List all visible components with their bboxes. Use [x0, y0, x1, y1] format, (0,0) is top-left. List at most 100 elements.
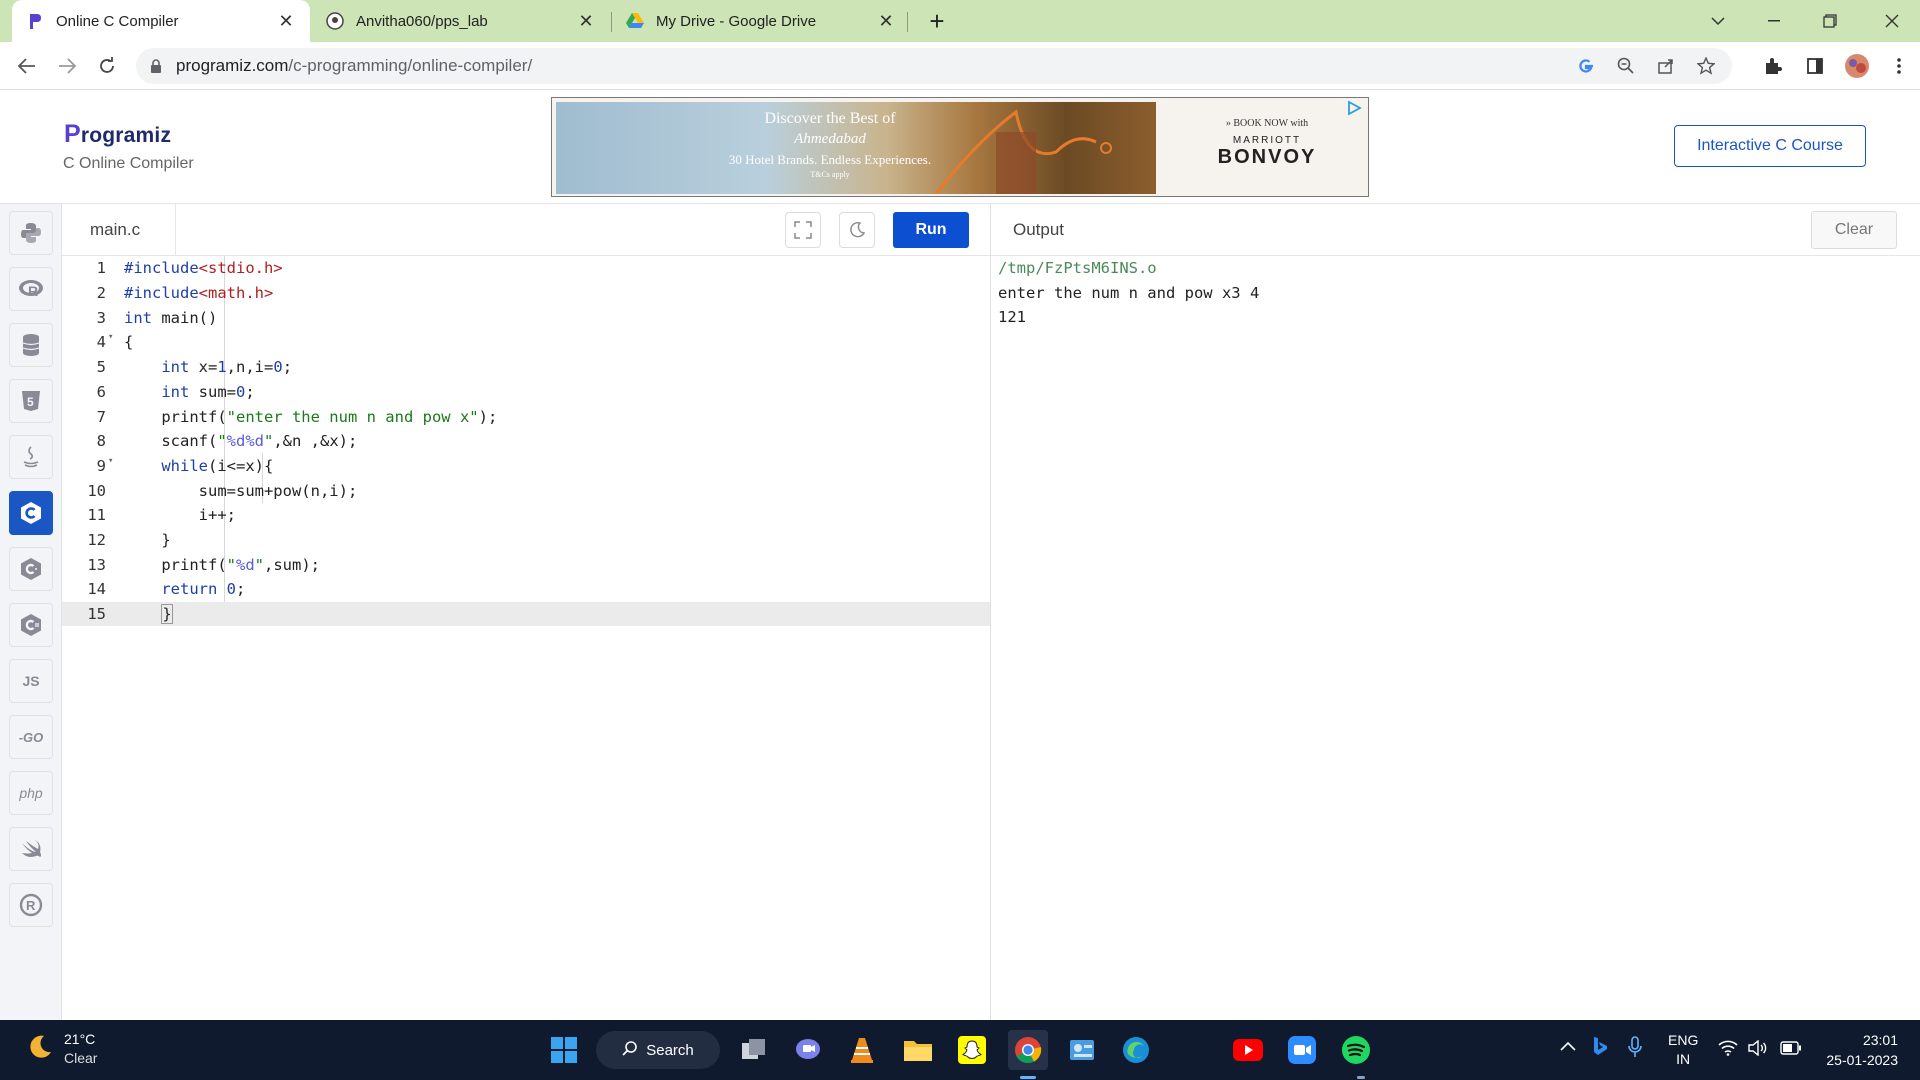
language-indicator[interactable]: ENG IN [1668, 1031, 1698, 1069]
ad-brand-main: BONVOY [1217, 146, 1317, 168]
weather-widget[interactable]: 21°C Clear [26, 1030, 97, 1068]
csharp-icon[interactable] [9, 603, 53, 647]
google-icon[interactable] [1574, 54, 1598, 78]
close-window-button[interactable] [1864, 0, 1920, 42]
chrome-icon[interactable] [1008, 1030, 1048, 1070]
back-arrow-icon[interactable] [12, 51, 42, 81]
file-explorer-icon[interactable] [900, 1032, 936, 1068]
editor-header: main.c Run [62, 204, 990, 256]
youtube-icon[interactable] [1230, 1032, 1266, 1068]
address-bar[interactable]: programiz.com/c-programming/online-compi… [136, 48, 1732, 84]
rust-icon[interactable]: R [9, 883, 53, 927]
svg-text:R: R [26, 898, 36, 913]
ad-brand-top: MARRIOTT [1232, 135, 1302, 146]
tab-google-drive[interactable]: My Drive - Google Drive ✕ [612, 0, 910, 42]
tab-separator [907, 12, 908, 32]
fold-chevron-icon[interactable]: ▾ [108, 332, 113, 342]
ad-tagline: 30 Hotel Brands. Endless Experiences. [728, 152, 932, 167]
side-panel-icon[interactable] [1800, 51, 1830, 81]
tab-github[interactable]: Anvitha060/pps_lab ✕ [312, 0, 610, 42]
fullscreen-icon[interactable] [785, 212, 821, 248]
close-tab-icon[interactable]: ✕ [576, 11, 596, 32]
line-number: 14 [87, 580, 106, 599]
zoom-icon[interactable] [1614, 54, 1638, 78]
snapchat-icon[interactable] [954, 1032, 990, 1068]
restore-button[interactable] [1802, 0, 1858, 42]
reload-icon[interactable] [92, 51, 122, 81]
profile-avatar[interactable] [1842, 51, 1872, 81]
go-icon[interactable]: -GO [9, 715, 53, 759]
minimize-button[interactable] [1746, 0, 1802, 42]
bing-icon[interactable] [1592, 1036, 1608, 1059]
advertisement-banner[interactable]: Discover the Best of Ahmedabad 30 Hotel … [551, 97, 1369, 197]
r-language-icon[interactable]: R [9, 267, 53, 311]
code-line-text: printf("%d",sum); [124, 555, 321, 574]
show-hidden-icons-chevron[interactable] [1560, 1038, 1576, 1054]
microphone-icon[interactable] [1628, 1036, 1642, 1061]
new-tab-button[interactable]: + [922, 6, 952, 36]
c-language-icon[interactable] [9, 491, 53, 535]
zoom-app-icon[interactable] [1284, 1032, 1320, 1068]
adchoices-icon[interactable] [1346, 100, 1362, 116]
output-line: /tmp/FzPtsM6INS.o [998, 259, 1157, 277]
close-tab-icon[interactable]: ✕ [276, 11, 296, 32]
tab-online-c-compiler[interactable]: Online C Compiler ✕ [12, 0, 310, 42]
taskbar-search[interactable]: Search [596, 1031, 720, 1069]
output-console[interactable]: /tmp/FzPtsM6INS.o enter the num n and po… [990, 256, 1920, 1020]
wifi-icon[interactable] [1718, 1040, 1738, 1059]
cpp-icon[interactable] [9, 547, 53, 591]
output-title: Output [1013, 220, 1065, 239]
line-number: 7 [96, 407, 106, 426]
php-icon[interactable]: php [9, 771, 53, 815]
extensions-puzzle-icon[interactable] [1758, 51, 1788, 81]
javascript-icon[interactable]: JS [9, 659, 53, 703]
run-button[interactable]: Run [893, 212, 969, 248]
system-clock[interactable]: 23:01 25-01-2023 [1818, 1030, 1898, 1070]
logo-text: rogramiz [80, 124, 172, 147]
forward-arrow-icon[interactable] [52, 51, 82, 81]
search-label: Search [646, 1041, 694, 1059]
control-panel-icon[interactable] [1064, 1032, 1100, 1068]
python-icon[interactable] [9, 211, 53, 255]
clock-time: 23:01 [1862, 1032, 1898, 1048]
code-line: 4 ▾ { [62, 330, 990, 355]
code-editor[interactable]: 1 #include<stdio.h> 2 #include<math.h> 3… [62, 256, 990, 1020]
code-line: 12 } [62, 528, 990, 553]
interactive-c-course-button[interactable]: Interactive C Course [1674, 125, 1866, 167]
clear-button[interactable]: Clear [1811, 211, 1897, 249]
code-line: 14 return 0; [62, 577, 990, 602]
sql-database-icon[interactable] [9, 323, 53, 367]
programiz-logo[interactable]: Programiz [64, 120, 171, 149]
windows-start-icon[interactable] [546, 1032, 582, 1068]
dark-mode-moon-icon[interactable] [839, 212, 875, 248]
task-view-icon[interactable] [736, 1032, 772, 1068]
code-line-text: int sum=0; [161, 382, 255, 401]
bookmark-star-icon[interactable] [1694, 54, 1718, 78]
spotify-icon[interactable] [1338, 1032, 1374, 1068]
close-tab-icon[interactable]: ✕ [876, 11, 896, 32]
file-tab-main-c[interactable]: main.c [62, 204, 176, 256]
java-icon[interactable] [9, 435, 53, 479]
swift-icon[interactable] [9, 827, 53, 871]
code-line: 8 scanf("%d%d",&n ,&x); [62, 429, 990, 454]
ad-brand-block: » BOOK NOW with MARRIOTT BONVOY [1192, 118, 1342, 169]
code-line-text: scanf("%d%d",&n ,&x); [124, 432, 358, 451]
share-icon[interactable] [1654, 54, 1678, 78]
battery-icon[interactable] [1780, 1041, 1802, 1058]
vlc-icon[interactable] [844, 1032, 880, 1068]
page-subtitle: C Online Compiler [63, 155, 194, 172]
browser-menu-icon[interactable] [1884, 51, 1914, 81]
line-number: 5 [96, 358, 106, 377]
output-line: enter the num n and pow x3 4 [998, 283, 1260, 302]
fold-chevron-icon[interactable]: ▾ [108, 456, 113, 466]
code-line: 6 int sum=0; [62, 380, 990, 405]
html5-icon[interactable]: 5 [9, 379, 53, 423]
line-number: 15 [87, 605, 106, 624]
weather-condition: Clear [64, 1050, 98, 1066]
google-drive-icon [626, 12, 644, 30]
line-number: 1 [96, 259, 106, 278]
tab-search-chevron-icon[interactable] [1690, 0, 1746, 42]
volume-icon[interactable] [1748, 1039, 1768, 1059]
edge-icon[interactable] [1118, 1032, 1154, 1068]
teams-chat-icon[interactable] [790, 1032, 826, 1068]
